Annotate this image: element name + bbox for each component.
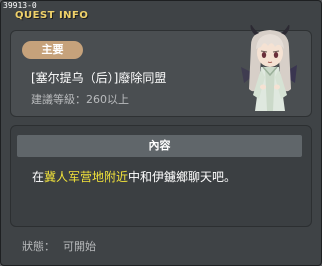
content-text-suffix: 中和伊鑢鄉聊天吧。 [128, 170, 237, 184]
content-text-prefix: 在 [32, 170, 45, 184]
content-description: 在冀人军营地附近中和伊鑢鄉聊天吧。 [32, 168, 236, 185]
content-heading: 內容 [17, 135, 302, 157]
quest-status: 狀態： 可開始 [22, 238, 96, 254]
status-value: 可開始 [63, 240, 96, 253]
level-requirement: 建議等級：260以上 [31, 93, 129, 106]
window-title: QUEST INFO [15, 10, 89, 21]
npc-portrait-icon [239, 24, 301, 113]
status-label: 狀態： [22, 240, 55, 253]
quest-name: [塞尔提乌（后）]廢除同盟 [31, 71, 167, 85]
quest-info-window: 39913-0 QUEST INFO 主要 [塞尔提乌（后）]廢除同盟 建議等級… [0, 0, 322, 266]
quest-location-link[interactable]: 冀人军营地附近 [44, 170, 128, 184]
quest-id: 39913-0 [3, 1, 37, 10]
quest-category-badge: 主要 [22, 41, 83, 59]
